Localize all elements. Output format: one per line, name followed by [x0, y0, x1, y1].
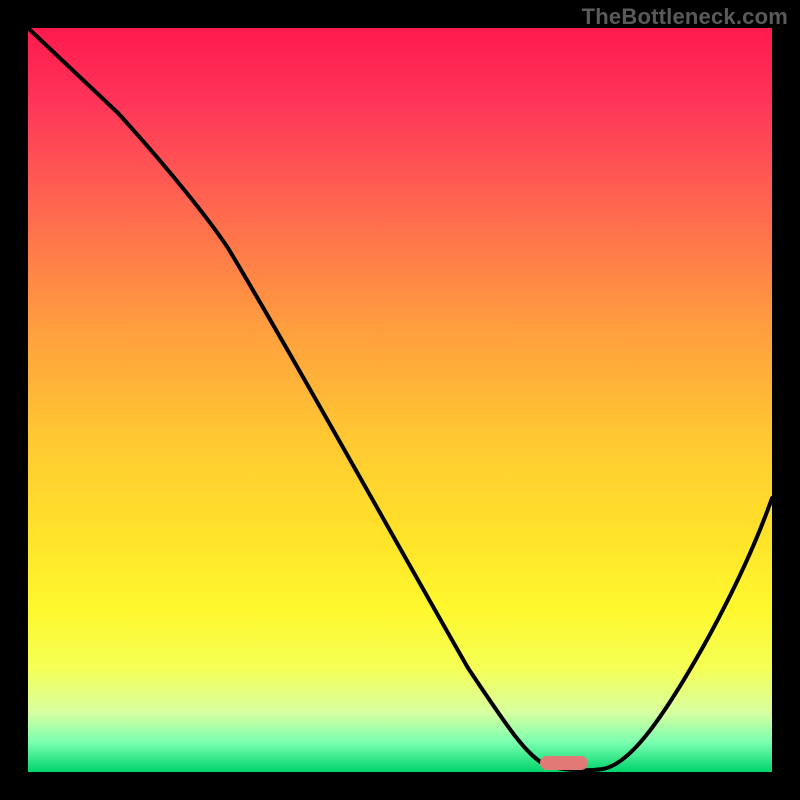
optimal-marker — [540, 756, 588, 770]
bottleneck-curve-path — [28, 28, 772, 770]
bottleneck-curve-svg — [28, 28, 772, 772]
chart-plot-area — [25, 25, 775, 775]
